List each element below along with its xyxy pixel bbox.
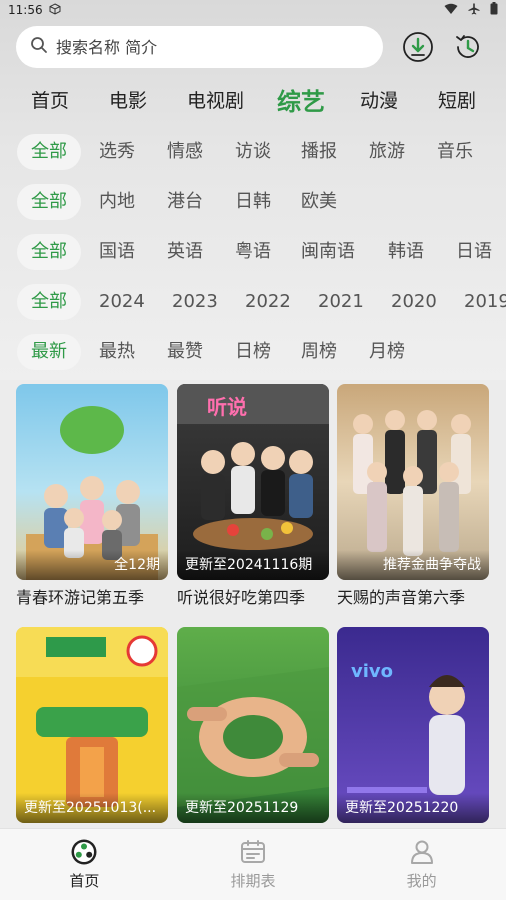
nav-home-label: 首页 (69, 872, 100, 890)
filter-genre-music[interactable]: 音乐 (437, 134, 473, 170)
nav-profile-label: 我的 (406, 872, 437, 890)
show-title: 听说很好吃第四季 (177, 588, 306, 607)
filter-year-all[interactable]: 全部 (17, 284, 81, 320)
search-icon (30, 36, 48, 58)
user-icon (408, 838, 436, 866)
svg-text:听说: 听说 (207, 395, 247, 419)
filter-region-hktw[interactable]: 港台 (167, 184, 203, 220)
calendar-icon (239, 838, 267, 866)
filter-year-2024[interactable]: 2024 (99, 284, 145, 320)
status-bar: 11:56 (0, 0, 506, 20)
tab-short-drama[interactable]: 短剧 (438, 86, 476, 113)
tab-tv-series[interactable]: 电视剧 (187, 86, 244, 113)
sort-most-liked[interactable]: 最赞 (167, 334, 203, 370)
filter-genre-news[interactable]: 播报 (301, 134, 337, 170)
show-card[interactable]: 全12期 青春环游记第五季 (16, 384, 168, 608)
filter-genre-all[interactable]: 全部 (17, 134, 81, 170)
filter-lang-korean[interactable]: 韩语 (388, 234, 424, 270)
show-poster[interactable]: vivo 更新至20251220 (337, 627, 489, 823)
film-reel-icon (70, 838, 98, 866)
battery-icon (490, 2, 498, 18)
tab-anime[interactable]: 动漫 (360, 86, 398, 113)
nav-schedule[interactable]: 排期表 (169, 829, 338, 900)
filter-year-2021[interactable]: 2021 (318, 284, 364, 320)
show-title: 青春环游记第五季 (16, 588, 145, 607)
filter-region-mainland[interactable]: 内地 (99, 184, 135, 220)
show-poster[interactable]: 更新至20251013(... (16, 627, 168, 823)
episode-badge: 全12期 (16, 550, 168, 580)
search-row (16, 26, 490, 68)
sort-daily-chart[interactable]: 日榜 (235, 334, 271, 370)
bottom-nav: 首页 排期表 我的 (0, 828, 506, 900)
show-poster[interactable]: 更新至20251129 (177, 627, 329, 823)
episode-badge: 更新至20251013(... (16, 793, 168, 823)
show-poster[interactable]: 推荐金曲争夺战 (337, 384, 489, 580)
search-input[interactable] (56, 37, 356, 57)
sort-monthly-chart[interactable]: 月榜 (369, 334, 405, 370)
filter-row-sort: 最新 最热 最赞 日榜 周榜 月榜 (0, 334, 506, 370)
airplane-icon (468, 3, 480, 18)
main-tabs: 首页 电影 电视剧 综艺 动漫 短剧 (0, 78, 506, 118)
filter-genre-travel[interactable]: 旅游 (369, 134, 405, 170)
show-card[interactable]: 听说 更新至20241116期 听说很好吃第四季 (177, 384, 329, 608)
episode-badge: 更新至20251220 (337, 793, 489, 823)
filter-lang-english[interactable]: 英语 (167, 234, 203, 270)
sort-weekly-chart[interactable]: 周榜 (301, 334, 337, 370)
filter-genre-talent[interactable]: 选秀 (99, 134, 135, 170)
filter-row-genre: 全部 选秀 情感 访谈 播报 旅游 音乐 (0, 134, 506, 170)
tab-movies[interactable]: 电影 (109, 86, 147, 113)
episode-badge: 更新至20241116期 (177, 550, 329, 580)
filter-row-year: 全部 2024 2023 2022 2021 2020 2019 (0, 284, 506, 320)
episode-badge: 推荐金曲争夺战 (337, 550, 489, 580)
filter-year-2019[interactable]: 2019 (464, 284, 506, 320)
svg-text:vivo: vivo (351, 661, 393, 682)
show-card[interactable]: 更新至20251129 (177, 627, 329, 827)
filter-lang-all[interactable]: 全部 (17, 234, 81, 270)
wifi-icon (444, 3, 458, 18)
filter-lang-japanese[interactable]: 日语 (456, 234, 492, 270)
nav-home[interactable]: 首页 (0, 829, 169, 900)
episode-badge: 更新至20251129 (177, 793, 329, 823)
filter-region-all[interactable]: 全部 (17, 184, 81, 220)
nav-profile[interactable]: 我的 (337, 829, 506, 900)
status-time: 11:56 (8, 3, 43, 17)
sort-hottest[interactable]: 最热 (99, 334, 135, 370)
tab-variety[interactable]: 综艺 (277, 82, 325, 117)
show-poster[interactable]: 听说 更新至20241116期 (177, 384, 329, 580)
show-poster[interactable]: 全12期 (16, 384, 168, 580)
filter-lang-minnan[interactable]: 闽南语 (301, 234, 355, 270)
filter-year-2022[interactable]: 2022 (245, 284, 291, 320)
filter-row-language: 全部 国语 英语 粤语 闽南语 韩语 日语 (0, 234, 506, 270)
filter-lang-mandarin[interactable]: 国语 (99, 234, 135, 270)
nav-schedule-label: 排期表 (230, 872, 276, 890)
filter-year-2020[interactable]: 2020 (391, 284, 437, 320)
show-card[interactable]: 更新至20251013(... (16, 627, 168, 827)
filter-region-euus[interactable]: 欧美 (301, 184, 337, 220)
filter-genre-interview[interactable]: 访谈 (235, 134, 271, 170)
filter-lang-cantonese[interactable]: 粤语 (235, 234, 271, 270)
filter-row-region: 全部 内地 港台 日韩 欧美 (0, 184, 506, 220)
show-card[interactable]: vivo 更新至20251220 (337, 627, 489, 827)
filter-genre-romance[interactable]: 情感 (167, 134, 203, 170)
filter-region-jpkr[interactable]: 日韩 (235, 184, 271, 220)
sort-latest[interactable]: 最新 (17, 334, 81, 370)
cube-icon (49, 2, 61, 18)
search-box[interactable] (16, 26, 383, 68)
filter-year-2023[interactable]: 2023 (172, 284, 218, 320)
show-title: 天赐的声音第六季 (337, 588, 466, 607)
show-card[interactable]: 推荐金曲争夺战 天赐的声音第六季 (337, 384, 489, 608)
tab-home[interactable]: 首页 (31, 86, 69, 113)
